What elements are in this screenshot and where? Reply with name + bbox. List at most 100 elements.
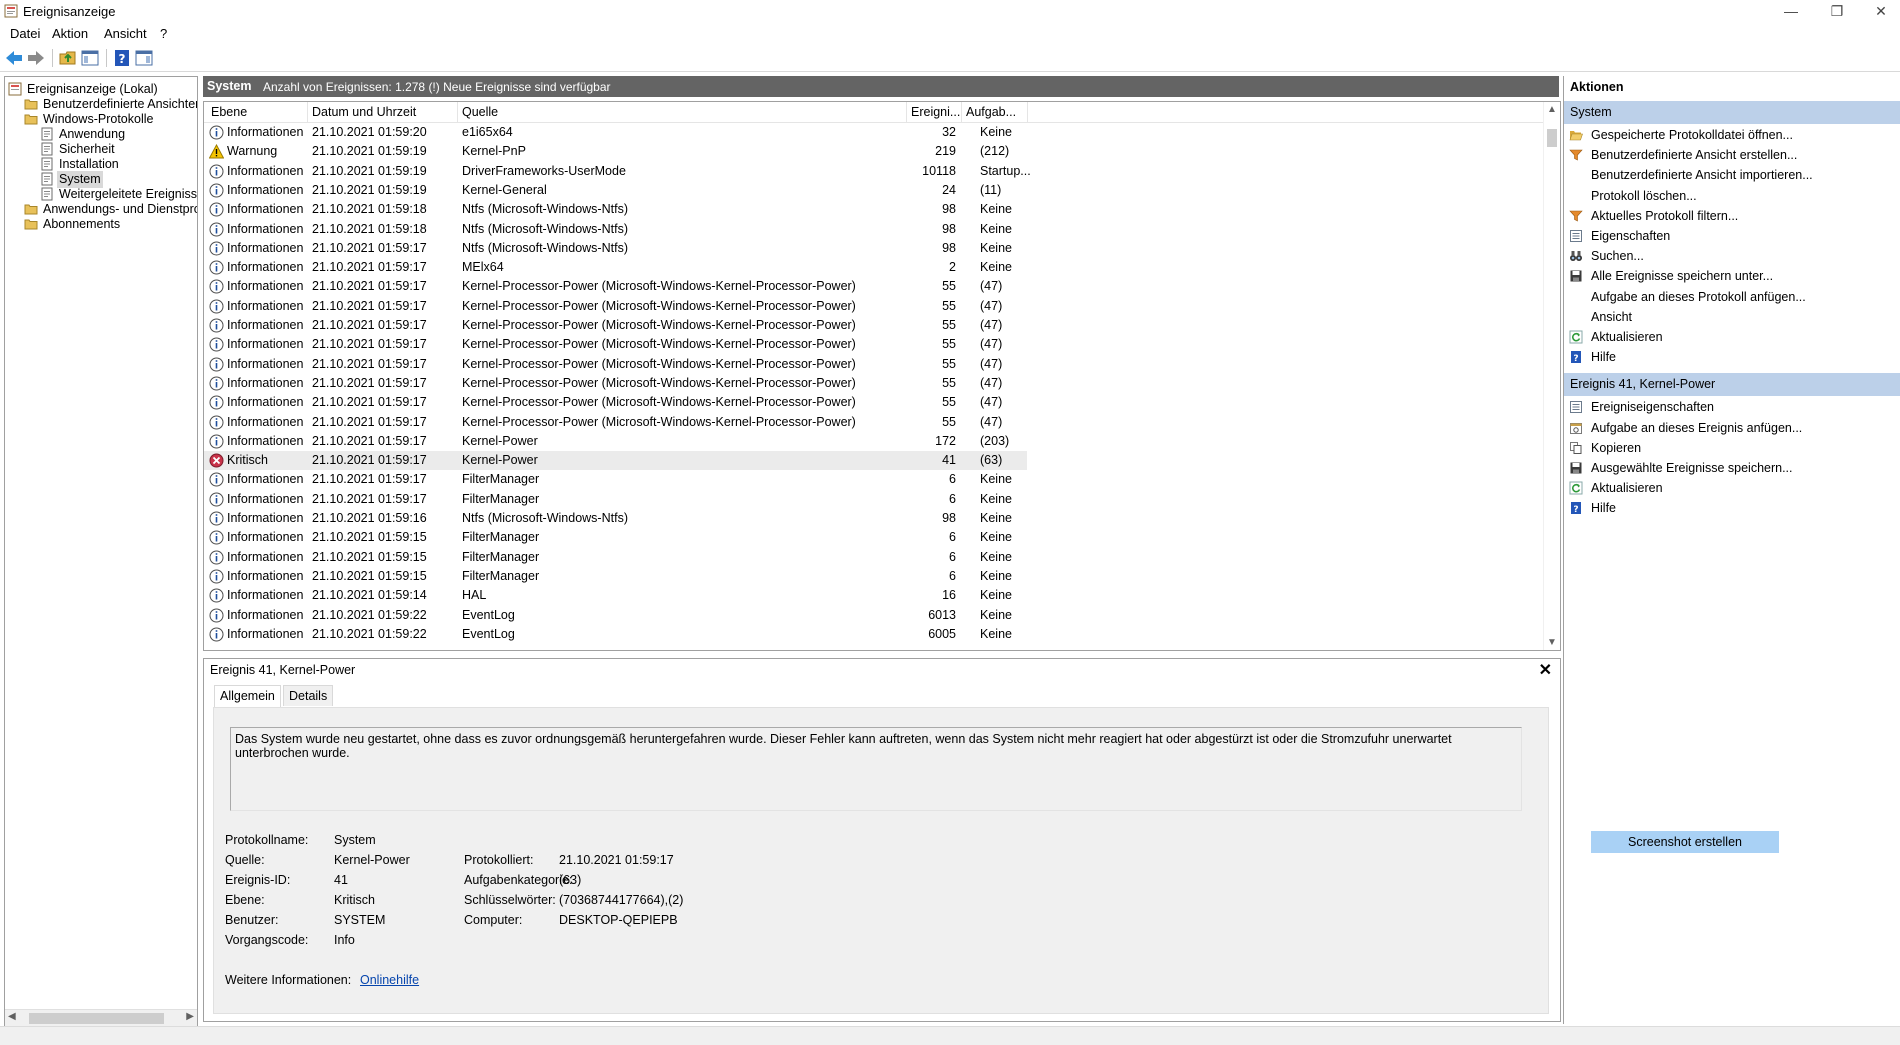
action-aufgabe-an-dieses-protokoll-anfügen[interactable]: Aufgabe an dieses Protokoll anfügen... (1564, 287, 1900, 307)
table-row[interactable]: Informationen 21.10.2021 01:59:16 Ntfs (Mi… (204, 509, 1027, 528)
action-pane-icon[interactable] (134, 48, 154, 68)
table-row[interactable]: Informationen 21.10.2021 01:59:17 MElx64 2 K… (204, 258, 1027, 277)
event-description[interactable]: Das System wurde neu gestartet, ohne das… (230, 727, 1522, 811)
scroll-right-icon[interactable]: ▶ (186, 1011, 194, 1022)
scroll-left-icon[interactable]: ◀ (8, 1011, 16, 1022)
table-row[interactable]: Informationen 21.10.2021 01:59:19 Kernel-G… (204, 181, 1027, 200)
menu-help[interactable]: ? (160, 26, 167, 41)
actions-section-header[interactable]: System (1564, 101, 1900, 124)
property-value: (70368744177664),(2) (559, 893, 684, 907)
action-ereigniseigenschaften[interactable]: Ereigniseigenschaften (1564, 397, 1900, 417)
menu-aktion[interactable]: Aktion (52, 26, 88, 41)
action-label: Aktualisieren (1591, 330, 1663, 344)
table-row[interactable]: Informationen 21.10.2021 01:59:18 Ntfs (Mi… (204, 200, 1027, 219)
table-row[interactable]: Informationen 21.10.2021 01:59:17 Kernel-P… (204, 374, 1027, 393)
table-row[interactable]: Informationen 21.10.2021 01:59:15 FilterMa… (204, 548, 1027, 567)
table-row[interactable]: Informationen 21.10.2021 01:59:17 Kernel-P… (204, 432, 1027, 451)
folder-up-icon[interactable] (58, 48, 78, 68)
tab-details[interactable]: Details (283, 685, 334, 706)
property-value: System (334, 833, 376, 847)
action-benutzerdefinierte-ansicht-importieren[interactable]: Benutzerdefinierte Ansicht importieren..… (1564, 165, 1900, 185)
action-alle-ereignisse-speichern-unter[interactable]: Alle Ereignisse speichern unter... (1564, 266, 1900, 286)
action-kopieren[interactable]: Kopieren (1564, 438, 1900, 458)
back-arrow-icon[interactable] (4, 48, 24, 68)
cell-event-id: 6 (949, 530, 956, 545)
table-row[interactable]: Informationen 21.10.2021 01:59:15 FilterMa… (204, 567, 1027, 586)
table-row[interactable]: Warnung 21.10.2021 01:59:19 Kernel-PnP 219 (… (204, 142, 1027, 161)
action-eigenschaften[interactable]: Eigenschaften (1564, 226, 1900, 246)
table-row[interactable]: Informationen 21.10.2021 01:59:17 Kernel-P… (204, 297, 1027, 316)
action-benutzerdefinierte-ansicht-erstellen[interactable]: Benutzerdefinierte Ansicht erstellen... (1564, 145, 1900, 165)
close-icon[interactable]: ✕ (1539, 660, 1552, 680)
column-source[interactable]: Quelle (462, 105, 498, 119)
table-row[interactable]: Informationen 21.10.2021 01:59:17 Ntfs (Mi… (204, 239, 1027, 258)
scroll-up-icon[interactable]: ▲ (1547, 104, 1557, 115)
cell-source: Kernel-Power (462, 453, 538, 468)
table-row[interactable]: Informationen 21.10.2021 01:59:17 Kernel-P… (204, 277, 1027, 296)
minimize-button[interactable]: — (1768, 0, 1814, 23)
table-row[interactable]: Informationen 21.10.2021 01:59:17 Kernel-P… (204, 355, 1027, 374)
action-aufgabe-an-dieses-ereignis-anfügen[interactable]: Aufgabe an dieses Ereignis anfügen... (1564, 418, 1900, 438)
cell-source: Kernel-Processor-Power (Microsoft-Window… (462, 279, 856, 294)
action-protokoll-löschen[interactable]: Protokoll löschen... (1564, 186, 1900, 206)
table-row[interactable]: Informationen 21.10.2021 01:59:17 FilterMa… (204, 470, 1027, 489)
help-icon: ? (1569, 350, 1583, 364)
column-datetime[interactable]: Datum und Uhrzeit (312, 105, 416, 119)
forward-arrow-icon[interactable] (26, 48, 46, 68)
scroll-down-icon[interactable]: ▼ (1547, 637, 1557, 648)
filter-icon (1569, 148, 1583, 162)
cell-source: Kernel-Processor-Power (Microsoft-Window… (462, 337, 856, 352)
scroll-thumb[interactable] (29, 1013, 164, 1024)
column-task-category[interactable]: Aufgab... (966, 105, 1016, 119)
help-icon[interactable]: ? (112, 48, 132, 68)
list-vertical-scrollbar[interactable]: ▲ ▼ (1543, 102, 1560, 650)
table-row[interactable]: Informationen 21.10.2021 01:59:20 e1i65x64… (204, 123, 1027, 142)
menu-ansicht[interactable]: Ansicht (104, 26, 147, 41)
action-hilfe[interactable]: ? Hilfe (1564, 347, 1900, 367)
cell-source: Kernel-Processor-Power (Microsoft-Window… (462, 356, 856, 371)
action-label: Eigenschaften (1591, 229, 1671, 243)
action-hilfe[interactable]: ? Hilfe (1564, 498, 1900, 518)
table-row[interactable]: Informationen 21.10.2021 01:59:17 Kernel-P… (204, 393, 1027, 412)
action-aktualisieren[interactable]: Aktualisieren (1564, 327, 1900, 347)
action-gespeicherte-protokolldatei-öffnen[interactable]: Gespeicherte Protokolldatei öffnen... (1564, 125, 1900, 145)
critical-error-icon (209, 453, 224, 468)
action-ansicht[interactable]: Ansicht (1564, 307, 1900, 327)
tree-horizontal-scrollbar[interactable]: ◀ ▶ (5, 1009, 197, 1027)
table-row[interactable]: Informationen 21.10.2021 01:59:22 EventLog… (204, 625, 1027, 644)
table-row[interactable]: Informationen 21.10.2021 01:59:17 FilterMa… (204, 490, 1027, 509)
actions-section-title: System (1570, 105, 1612, 119)
cell-task-category: Keine (980, 549, 1012, 564)
cell-task-category: (47) (980, 337, 1003, 352)
table-row[interactable]: Kritisch 21.10.2021 01:59:17 Kernel-Power 4… (204, 451, 1027, 471)
table-row[interactable]: Informationen 21.10.2021 01:59:17 Kernel-P… (204, 335, 1027, 354)
tab-allgemein[interactable]: Allgemein (214, 685, 281, 707)
scroll-thumb[interactable] (1547, 129, 1557, 147)
restore-button[interactable]: ❐ (1814, 0, 1860, 23)
online-help-link[interactable]: Onlinehilfe (360, 973, 419, 987)
cell-task-category: Keine (980, 588, 1012, 603)
binoculars-icon (1569, 249, 1583, 263)
table-row[interactable]: Informationen 21.10.2021 01:59:17 Kernel-P… (204, 413, 1027, 432)
log-icon (40, 187, 54, 201)
table-row[interactable]: Informationen 21.10.2021 01:59:17 Kernel-P… (204, 316, 1027, 335)
table-row[interactable]: Informationen 21.10.2021 01:59:19 DriverFr… (204, 162, 1031, 181)
event-count: Anzahl von Ereignissen: 1.278 (!) Neue E… (263, 80, 611, 94)
column-event-id[interactable]: Ereigni... (911, 105, 960, 119)
close-button[interactable]: ✕ (1858, 0, 1900, 23)
table-row[interactable]: Informationen 21.10.2021 01:59:15 FilterMa… (204, 528, 1027, 547)
action-aktuelles-protokoll-filtern[interactable]: Aktuelles Protokoll filtern... (1564, 206, 1900, 226)
table-row[interactable]: Informationen 21.10.2021 01:59:18 Ntfs (Mi… (204, 220, 1027, 239)
column-level[interactable]: Ebene (211, 105, 247, 119)
actions-section-header[interactable]: Ereignis 41, Kernel-Power (1564, 373, 1900, 397)
action-ausgewählte-ereignisse-speichern[interactable]: Ausgewählte Ereignisse speichern... (1564, 458, 1900, 478)
action-aktualisieren[interactable]: Aktualisieren (1564, 478, 1900, 498)
table-row[interactable]: Informationen 21.10.2021 01:59:22 EventLog… (204, 606, 1027, 625)
menu-datei[interactable]: Datei (10, 26, 40, 41)
screenshot-button[interactable]: Screenshot erstellen (1591, 831, 1779, 853)
action-suchen[interactable]: Suchen... (1564, 246, 1900, 266)
console-tree-icon[interactable] (80, 48, 100, 68)
cell-event-id: 41 (942, 453, 956, 468)
cell-event-id: 10118 (922, 163, 956, 178)
table-row[interactable]: Informationen 21.10.2021 01:59:14 HAL 16 Kei… (204, 586, 1027, 605)
